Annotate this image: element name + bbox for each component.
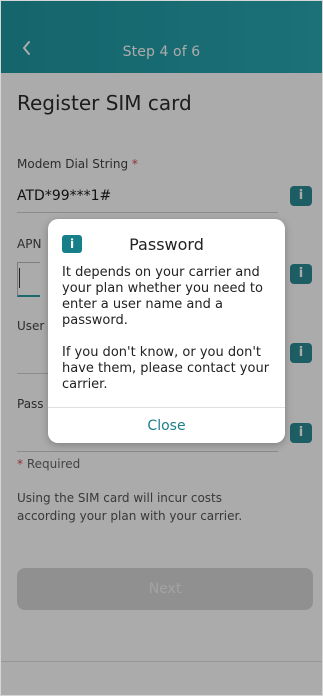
dialog-divider (48, 407, 285, 408)
app-screen: Step 4 of 6 Register SIM card Modem Dial… (0, 0, 323, 696)
password-info-dialog: i Password It depends on your carrier an… (48, 219, 285, 443)
close-button[interactable]: Close (48, 409, 285, 443)
dialog-body: It depends on your carrier and your plan… (62, 265, 274, 409)
dialog-paragraph: If you don't know, or you don't have the… (62, 345, 270, 392)
dialog-paragraph: It depends on your carrier and your plan… (62, 265, 263, 328)
dialog-title: Password (129, 235, 204, 254)
